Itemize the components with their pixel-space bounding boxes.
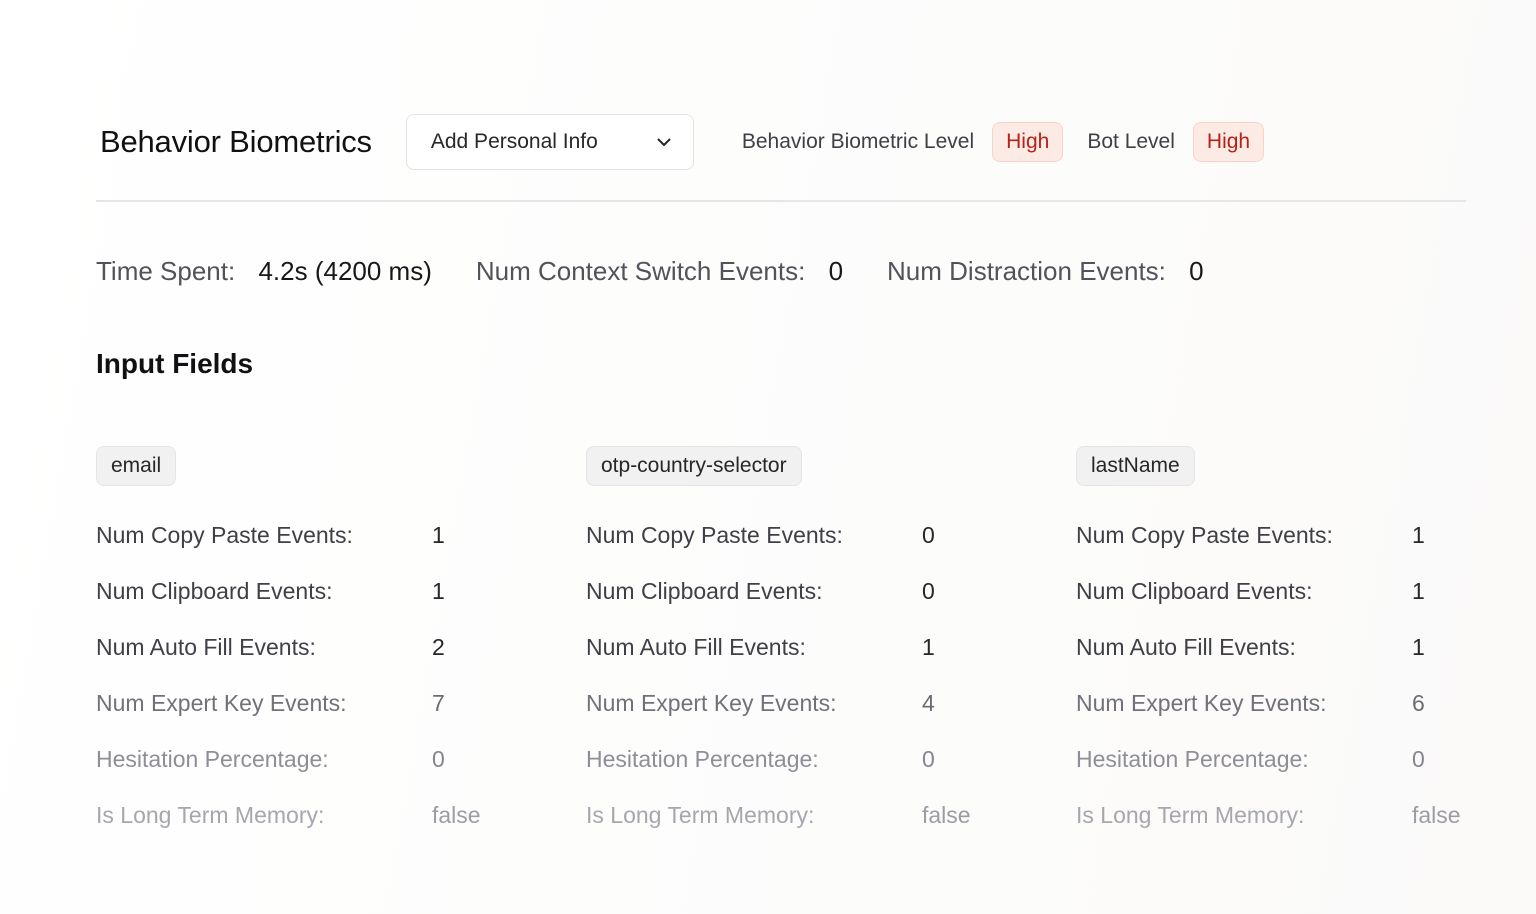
metric-value: 1 [1412, 634, 1425, 660]
metric-label: Num Auto Fill Events: [586, 634, 806, 660]
metric-label: Num Copy Paste Events: [586, 522, 843, 548]
time-spent-stat: Time Spent: 4.2s (4200 ms) [96, 256, 432, 287]
metric-label: Num Expert Key Events: [586, 690, 837, 716]
metric-label: Num Clipboard Events: [1076, 578, 1313, 604]
distraction-value: 0 [1189, 256, 1204, 286]
context-switch-value: 0 [828, 256, 844, 286]
add-personal-info-select[interactable]: Add Personal Info [405, 114, 694, 170]
input-fields-heading: Input Fields [96, 348, 254, 379]
metric-value: false [432, 802, 481, 828]
header-divider [96, 200, 1466, 202]
metric-value: 0 [922, 522, 935, 548]
distraction-stat: Num Distraction Events: 0 [887, 256, 1204, 287]
metric-value: 7 [432, 690, 445, 716]
select-label: Add Personal Info [430, 130, 598, 153]
chevron-down-icon [657, 138, 671, 146]
behavior-level-label: Behavior Biometric Level [741, 130, 975, 153]
field-card-otp-country-selector: otp-country-selector Num Copy Paste Even… [586, 446, 1006, 828]
metric-value: 0 [432, 746, 445, 772]
metric-label: Num Auto Fill Events: [96, 634, 316, 660]
field-name-chip: otp-country-selector [586, 446, 802, 486]
metric-value: 1 [432, 522, 445, 548]
metric-label: Hesitation Percentage: [586, 746, 819, 772]
metric-value: 6 [1412, 690, 1425, 716]
header-bar: Behavior Biometrics Add Personal Info Be… [96, 114, 1466, 170]
levels-group: Behavior Biometric Level High Bot Level … [741, 122, 1265, 162]
metric-value: 1 [922, 634, 935, 660]
metric-label: Hesitation Percentage: [1076, 746, 1309, 772]
metric-value: 4 [922, 690, 935, 716]
metric-value: 0 [1412, 746, 1425, 772]
context-switch-stat: Num Context Switch Events: 0 [476, 256, 843, 287]
field-card-email: email Num Copy Paste Events: 1 Num Clipb… [96, 446, 516, 828]
metric-label: Hesitation Percentage: [96, 746, 329, 772]
metric-label: Is Long Term Memory: [586, 802, 815, 828]
metric-label: Num Clipboard Events: [586, 578, 823, 604]
field-name-chip: email [96, 446, 177, 486]
metric-value: false [922, 802, 971, 828]
metric-value: 0 [922, 578, 935, 604]
metric-label: Num Auto Fill Events: [1076, 634, 1296, 660]
field-name-chip: lastName [1076, 446, 1195, 486]
metric-label: Num Expert Key Events: [96, 690, 347, 716]
metric-value: 1 [1412, 522, 1425, 548]
metric-value: 0 [922, 746, 935, 772]
metric-value: false [1412, 802, 1461, 828]
metric-value: 1 [1412, 578, 1425, 604]
metric-value: 1 [432, 578, 445, 604]
metric-value: 2 [432, 634, 445, 660]
bot-level-label: Bot Level [1087, 130, 1175, 153]
time-spent-label: Time Spent: [96, 256, 236, 286]
context-switch-label: Num Context Switch Events: [475, 256, 806, 286]
field-card-lastname: lastName Num Copy Paste Events: 1 Num Cl… [1076, 446, 1496, 828]
bot-level-badge: High [1192, 122, 1265, 162]
metric-label: Num Copy Paste Events: [96, 522, 353, 548]
metric-label: Num Copy Paste Events: [1076, 522, 1333, 548]
metric-label: Num Expert Key Events: [1076, 690, 1327, 716]
metric-label: Is Long Term Memory: [1076, 802, 1305, 828]
page-title: Behavior Biometrics [100, 124, 372, 159]
behavior-biometrics-page: Behavior Biometrics Add Personal Info Be… [0, 0, 1536, 914]
metric-label: Num Clipboard Events: [96, 578, 333, 604]
metric-label: Is Long Term Memory: [96, 802, 325, 828]
distraction-label: Num Distraction Events: [887, 256, 1166, 286]
behavior-level-badge: High [992, 122, 1064, 162]
time-spent-value: 4.2s (4200 ms) [258, 256, 432, 286]
summary-stats: Time Spent: 4.2s (4200 ms) Num Context S… [96, 256, 1204, 287]
